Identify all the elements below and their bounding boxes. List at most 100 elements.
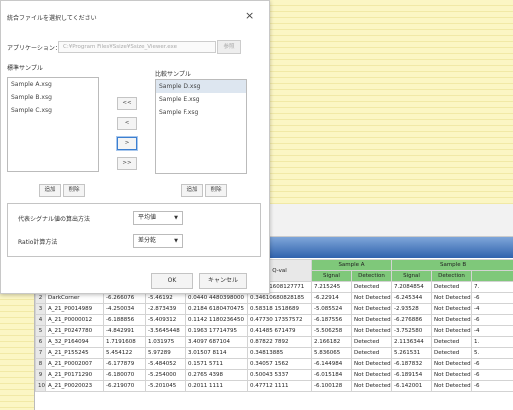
table-cell[interactable]: Not Detected <box>350 292 393 304</box>
table-cell[interactable]: 5.261531 <box>391 347 433 359</box>
table-cell[interactable]: 5.836065 <box>311 347 352 359</box>
table-cell[interactable]: -6.177879 <box>103 358 146 370</box>
table-cell[interactable]: 0.41485 671479 <box>247 325 312 337</box>
table-row[interactable]: 3 A_21_P0014989 -4.250034 -2.873439 0.2184 6… <box>35 303 513 315</box>
table-cell[interactable]: 0.2765 4398 <box>185 369 248 381</box>
list-item[interactable]: Sample C.xsg <box>8 104 98 117</box>
table-cell[interactable]: Not Detected <box>431 325 473 337</box>
table-cell[interactable]: -6.187832 <box>391 358 433 370</box>
table-cell[interactable]: DarkCorner <box>45 292 104 304</box>
table-cell[interactable]: 0.2011 1111 <box>185 380 248 392</box>
table-cell[interactable]: Detected <box>350 281 393 293</box>
table-cell[interactable]: -2.93528 <box>391 303 433 315</box>
table-cell[interactable]: 7.2084854 <box>391 281 433 293</box>
table-cell[interactable]: 0.0440 4480398000 <box>185 292 248 304</box>
table-cell[interactable]: 2.1136344 <box>391 336 433 348</box>
table-cell[interactable]: Not Detected <box>350 380 393 392</box>
table-cell[interactable]: Not Detected <box>350 369 393 381</box>
table-cell[interactable]: -5.506258 <box>311 325 352 337</box>
list-item[interactable]: Sample B.xsg <box>8 91 98 104</box>
table-cell[interactable]: A_21_P0002007 <box>45 358 104 370</box>
table-row[interactable]: 7 A_21_P155245 5.454122 5.97289 3.01507 8114… <box>35 347 513 359</box>
list-item[interactable]: Sample F.xsg <box>156 106 246 119</box>
reference-samples-list[interactable]: Sample A.xsg Sample B.xsg Sample C.xsg <box>7 77 99 172</box>
table-cell[interactable]: -5.201045 <box>145 380 186 392</box>
browse-button[interactable]: 参照 <box>217 40 241 54</box>
table-row[interactable]: 4 A_21_P0000012 -6.188856 -5.409312 0.1142 1… <box>35 314 513 326</box>
table-cell[interactable]: A_21_P0020023 <box>45 380 104 392</box>
table-cell[interactable]: 1.031975 <box>145 336 186 348</box>
table-cell[interactable]: -6 <box>471 358 513 370</box>
table-cell[interactable]: 5.454122 <box>103 347 146 359</box>
table-cell[interactable]: -6.188856 <box>103 314 146 326</box>
table-cell[interactable]: -6.22914 <box>311 292 352 304</box>
table-cell[interactable]: 3.4097 687104 <box>185 336 248 348</box>
table-cell[interactable]: Detected <box>350 347 393 359</box>
signal-method-select[interactable]: 平均値 ▼ <box>133 211 183 225</box>
table-row[interactable]: 6 A_32_P164094 1.7191608 1.031975 3.4097 687… <box>35 336 513 348</box>
table-cell[interactable]: Detected <box>431 336 473 348</box>
ok-button[interactable]: OK <box>151 273 193 289</box>
table-cell[interactable]: -6 <box>471 292 513 304</box>
table-cell[interactable]: Not Detected <box>431 292 473 304</box>
table-cell[interactable]: Not Detected <box>350 358 393 370</box>
table-cell[interactable]: -4.842991 <box>103 325 146 337</box>
table-cell[interactable]: A_21_P0247780 <box>45 325 104 337</box>
table-cell[interactable]: 0.87822 7892 <box>247 336 312 348</box>
table-cell[interactable]: -6.144984 <box>311 358 352 370</box>
table-cell[interactable]: -6.100128 <box>311 380 352 392</box>
table-row[interactable]: 5 A_21_P0247780 -4.842991 -3.5645448 0.1963 … <box>35 325 513 337</box>
table-cell[interactable]: -6 <box>471 314 513 326</box>
table-cell[interactable]: Not Detected <box>350 325 393 337</box>
move-left-button[interactable]: < <box>117 117 137 130</box>
table-cell[interactable]: -2.873439 <box>145 303 186 315</box>
move-all-left-button[interactable]: << <box>117 97 137 110</box>
remove-reference-button[interactable]: 削除 <box>63 184 85 197</box>
table-row[interactable]: 9 A_21_P0171290 -6.180070 -5.254000 0.2765 4… <box>35 369 513 381</box>
table-cell[interactable]: Detected <box>350 336 393 348</box>
move-all-right-button[interactable]: >> <box>117 157 137 170</box>
table-cell[interactable]: -6.142001 <box>391 380 433 392</box>
table-cell[interactable]: -5.409312 <box>145 314 186 326</box>
table-cell[interactable]: A_21_P0014989 <box>45 303 104 315</box>
table-cell[interactable]: Not Detected <box>431 369 473 381</box>
table-cell[interactable]: Detected <box>431 347 473 359</box>
table-cell[interactable]: -4.250034 <box>103 303 146 315</box>
table-row[interactable]: 2 DarkCorner -6.266076 -5.46192 0.0440 44803… <box>35 292 513 304</box>
table-cell[interactable]: -6.219070 <box>103 380 146 392</box>
table-cell[interactable]: 0.34813885 <box>247 347 312 359</box>
table-cell[interactable]: -6.180070 <box>103 369 146 381</box>
cancel-button[interactable]: キャンセル <box>199 273 247 289</box>
table-cell[interactable]: Not Detected <box>431 358 473 370</box>
list-item[interactable]: Sample D.xsg <box>156 80 246 93</box>
table-cell[interactable]: 0.1571 5711 <box>185 358 248 370</box>
compare-samples-list[interactable]: Sample D.xsg Sample E.xsg Sample F.xsg <box>155 79 247 174</box>
table-cell[interactable]: 0.34057 1562 <box>247 358 312 370</box>
table-cell[interactable]: -6.276886 <box>391 314 433 326</box>
table-cell[interactable]: Not Detected <box>431 314 473 326</box>
table-cell[interactable]: Not Detected <box>350 314 393 326</box>
table-cell[interactable]: 7.215245 <box>311 281 352 293</box>
table-cell[interactable]: -6.189154 <box>391 369 433 381</box>
table-cell[interactable]: A_21_P0171290 <box>45 369 104 381</box>
table-cell[interactable]: -4 <box>471 303 513 315</box>
table-cell[interactable]: 0.50043 5337 <box>247 369 312 381</box>
table-row[interactable]: 8 A_21_P0002007 -6.177879 -5.484052 0.1571 5… <box>35 358 513 370</box>
table-cell[interactable]: 2.166182 <box>311 336 352 348</box>
table-cell[interactable]: -5.085524 <box>311 303 352 315</box>
table-cell[interactable]: 1. <box>471 336 513 348</box>
table-cell[interactable]: Not Detected <box>350 303 393 315</box>
table-cell[interactable]: 0.1142 1180236450 <box>185 314 248 326</box>
list-item[interactable]: Sample E.xsg <box>156 93 246 106</box>
table-cell[interactable]: 5.97289 <box>145 347 186 359</box>
table-cell[interactable]: 0.2184 6180470475 <box>185 303 248 315</box>
close-icon[interactable]: × <box>245 9 254 22</box>
add-compare-button[interactable]: 追加 <box>181 184 203 197</box>
table-cell[interactable]: 1.7191608 <box>103 336 146 348</box>
table-cell[interactable]: A_21_P0000012 <box>45 314 104 326</box>
table-cell[interactable]: Detected <box>431 281 473 293</box>
application-path-field[interactable]: C:¥Program Files¥Ssize¥Ssize_Viewer.exe <box>58 41 216 53</box>
move-right-button[interactable]: > <box>117 137 137 150</box>
table-cell[interactable]: 0.47730 17357572 <box>247 314 312 326</box>
table-cell[interactable]: 0.34610680828185 <box>247 292 312 304</box>
